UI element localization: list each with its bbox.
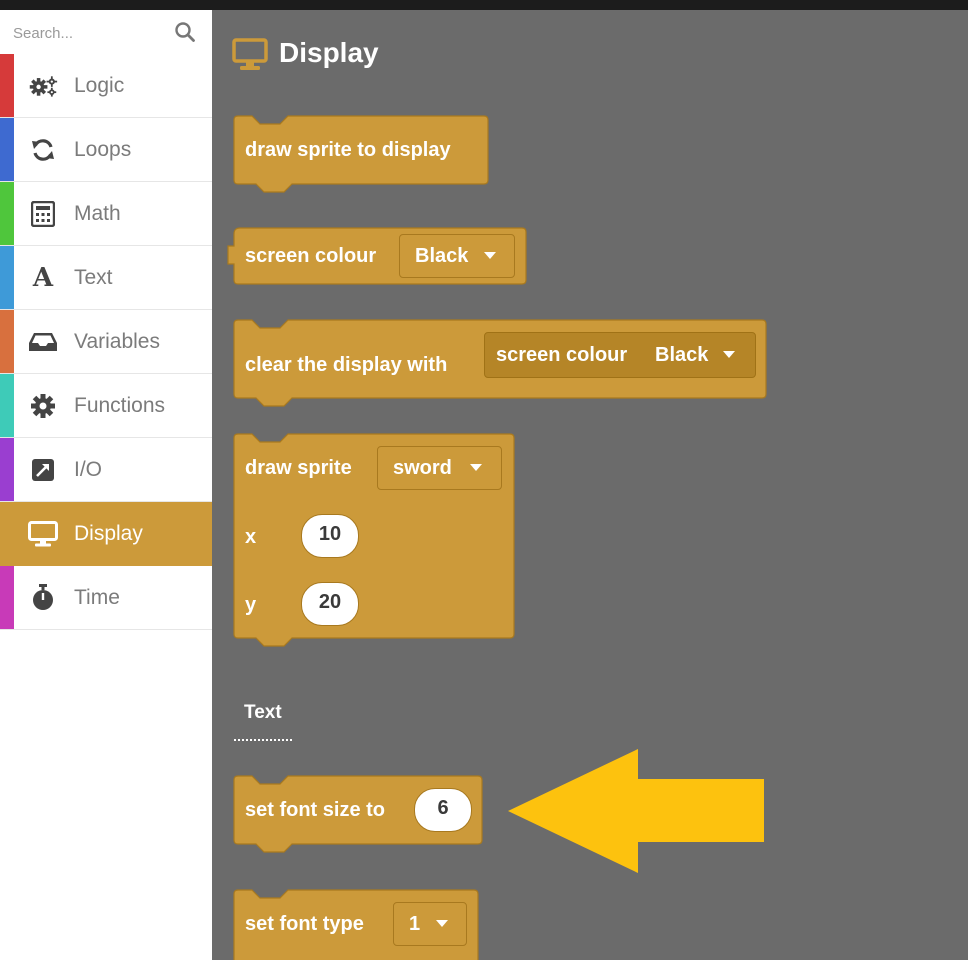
- calculator-icon: [28, 200, 58, 228]
- dropdown-value: Black: [655, 344, 709, 366]
- highlight-arrow-icon: [508, 749, 764, 873]
- dropdown-value: sword: [393, 457, 452, 479]
- clear-display-block[interactable]: clear the display with screen colour Bla…: [233, 319, 767, 410]
- window-top-bar: [0, 0, 968, 10]
- colour-dropdown[interactable]: Black: [399, 234, 515, 278]
- category-color-bar: [0, 374, 14, 437]
- category-color-bar: [0, 310, 14, 373]
- category-label: Logic: [74, 74, 125, 97]
- block-label: set font size to: [245, 799, 386, 821]
- set-font-size-block[interactable]: set font size to 6: [233, 775, 483, 866]
- text-a-icon: A: [32, 263, 54, 293]
- arrow-out-icon: [28, 456, 58, 484]
- draw-sprite-to-display-block[interactable]: draw sprite to display: [233, 115, 489, 196]
- category-label: Functions: [74, 394, 166, 417]
- category-label: Variables: [74, 330, 160, 353]
- block-label: draw sprite: [245, 457, 352, 479]
- category-display[interactable]: Display: [0, 502, 212, 566]
- y-number-input[interactable]: 20: [301, 582, 359, 626]
- gear-icon: [28, 392, 58, 420]
- inbox-tray-icon: [28, 328, 58, 356]
- category-color-bar: [0, 566, 14, 629]
- dropdown-value: 1: [409, 913, 421, 935]
- section-label-text: Text: [244, 702, 282, 723]
- category-color-bar: [0, 246, 14, 309]
- search-input[interactable]: [13, 22, 163, 44]
- set-font-type-block[interactable]: set font type 1: [233, 889, 479, 960]
- category-label: Time: [74, 586, 120, 609]
- category-variables[interactable]: Variables: [0, 310, 212, 374]
- sprite-dropdown[interactable]: sword: [377, 446, 502, 490]
- refresh-icon: [28, 136, 58, 164]
- font-type-dropdown[interactable]: 1: [393, 902, 467, 946]
- block-label: screen colour: [245, 245, 377, 267]
- category-io[interactable]: I/O: [0, 438, 212, 502]
- chevron-down-icon: [470, 464, 482, 471]
- gears-icon: [28, 72, 58, 100]
- toolbox-sidebar: Logic Loops Math: [0, 10, 212, 960]
- category-label: Display: [74, 522, 143, 545]
- search-icon[interactable]: [174, 21, 196, 43]
- category-color-bar: [0, 438, 14, 501]
- category-logic[interactable]: Logic: [0, 54, 212, 118]
- y-label: y: [245, 594, 257, 616]
- block-label: clear the display with: [245, 354, 448, 376]
- category-text[interactable]: A Text: [0, 246, 212, 310]
- category-label: Text: [74, 266, 113, 289]
- section-divider: [234, 739, 292, 741]
- category-loops[interactable]: Loops: [0, 118, 212, 182]
- search-box: [0, 10, 212, 54]
- category-label: Loops: [74, 138, 132, 161]
- draw-sprite-block[interactable]: draw sprite sword x 10 y 20: [233, 433, 515, 650]
- inner-block-label: screen colour: [496, 344, 628, 366]
- chevron-down-icon: [484, 252, 496, 259]
- screen-colour-block[interactable]: screen colour Black: [227, 227, 527, 285]
- category-functions[interactable]: Functions: [0, 374, 212, 438]
- chevron-down-icon: [723, 351, 735, 358]
- flyout-title: Display: [279, 37, 379, 68]
- block-label: draw sprite to display: [245, 139, 451, 161]
- category-time[interactable]: Time: [0, 566, 212, 630]
- category-color-bar: [0, 502, 14, 566]
- block-label: set font type: [245, 913, 364, 935]
- monitor-icon: [28, 520, 58, 548]
- font-size-number-input[interactable]: 6: [414, 788, 472, 832]
- stopwatch-icon: [28, 584, 58, 612]
- x-label: x: [245, 526, 257, 548]
- category-color-bar: [0, 118, 14, 181]
- category-label: Math: [74, 202, 121, 225]
- category-label: I/O: [74, 458, 103, 481]
- category-color-bar: [0, 182, 14, 245]
- screen-colour-inner-block[interactable]: screen colour Black: [484, 332, 756, 378]
- monitor-icon: [232, 38, 268, 70]
- chevron-down-icon: [436, 920, 448, 927]
- dropdown-value: Black: [415, 245, 469, 267]
- x-number-input[interactable]: 10: [301, 514, 359, 558]
- category-math[interactable]: Math: [0, 182, 212, 246]
- category-color-bar: [0, 54, 14, 117]
